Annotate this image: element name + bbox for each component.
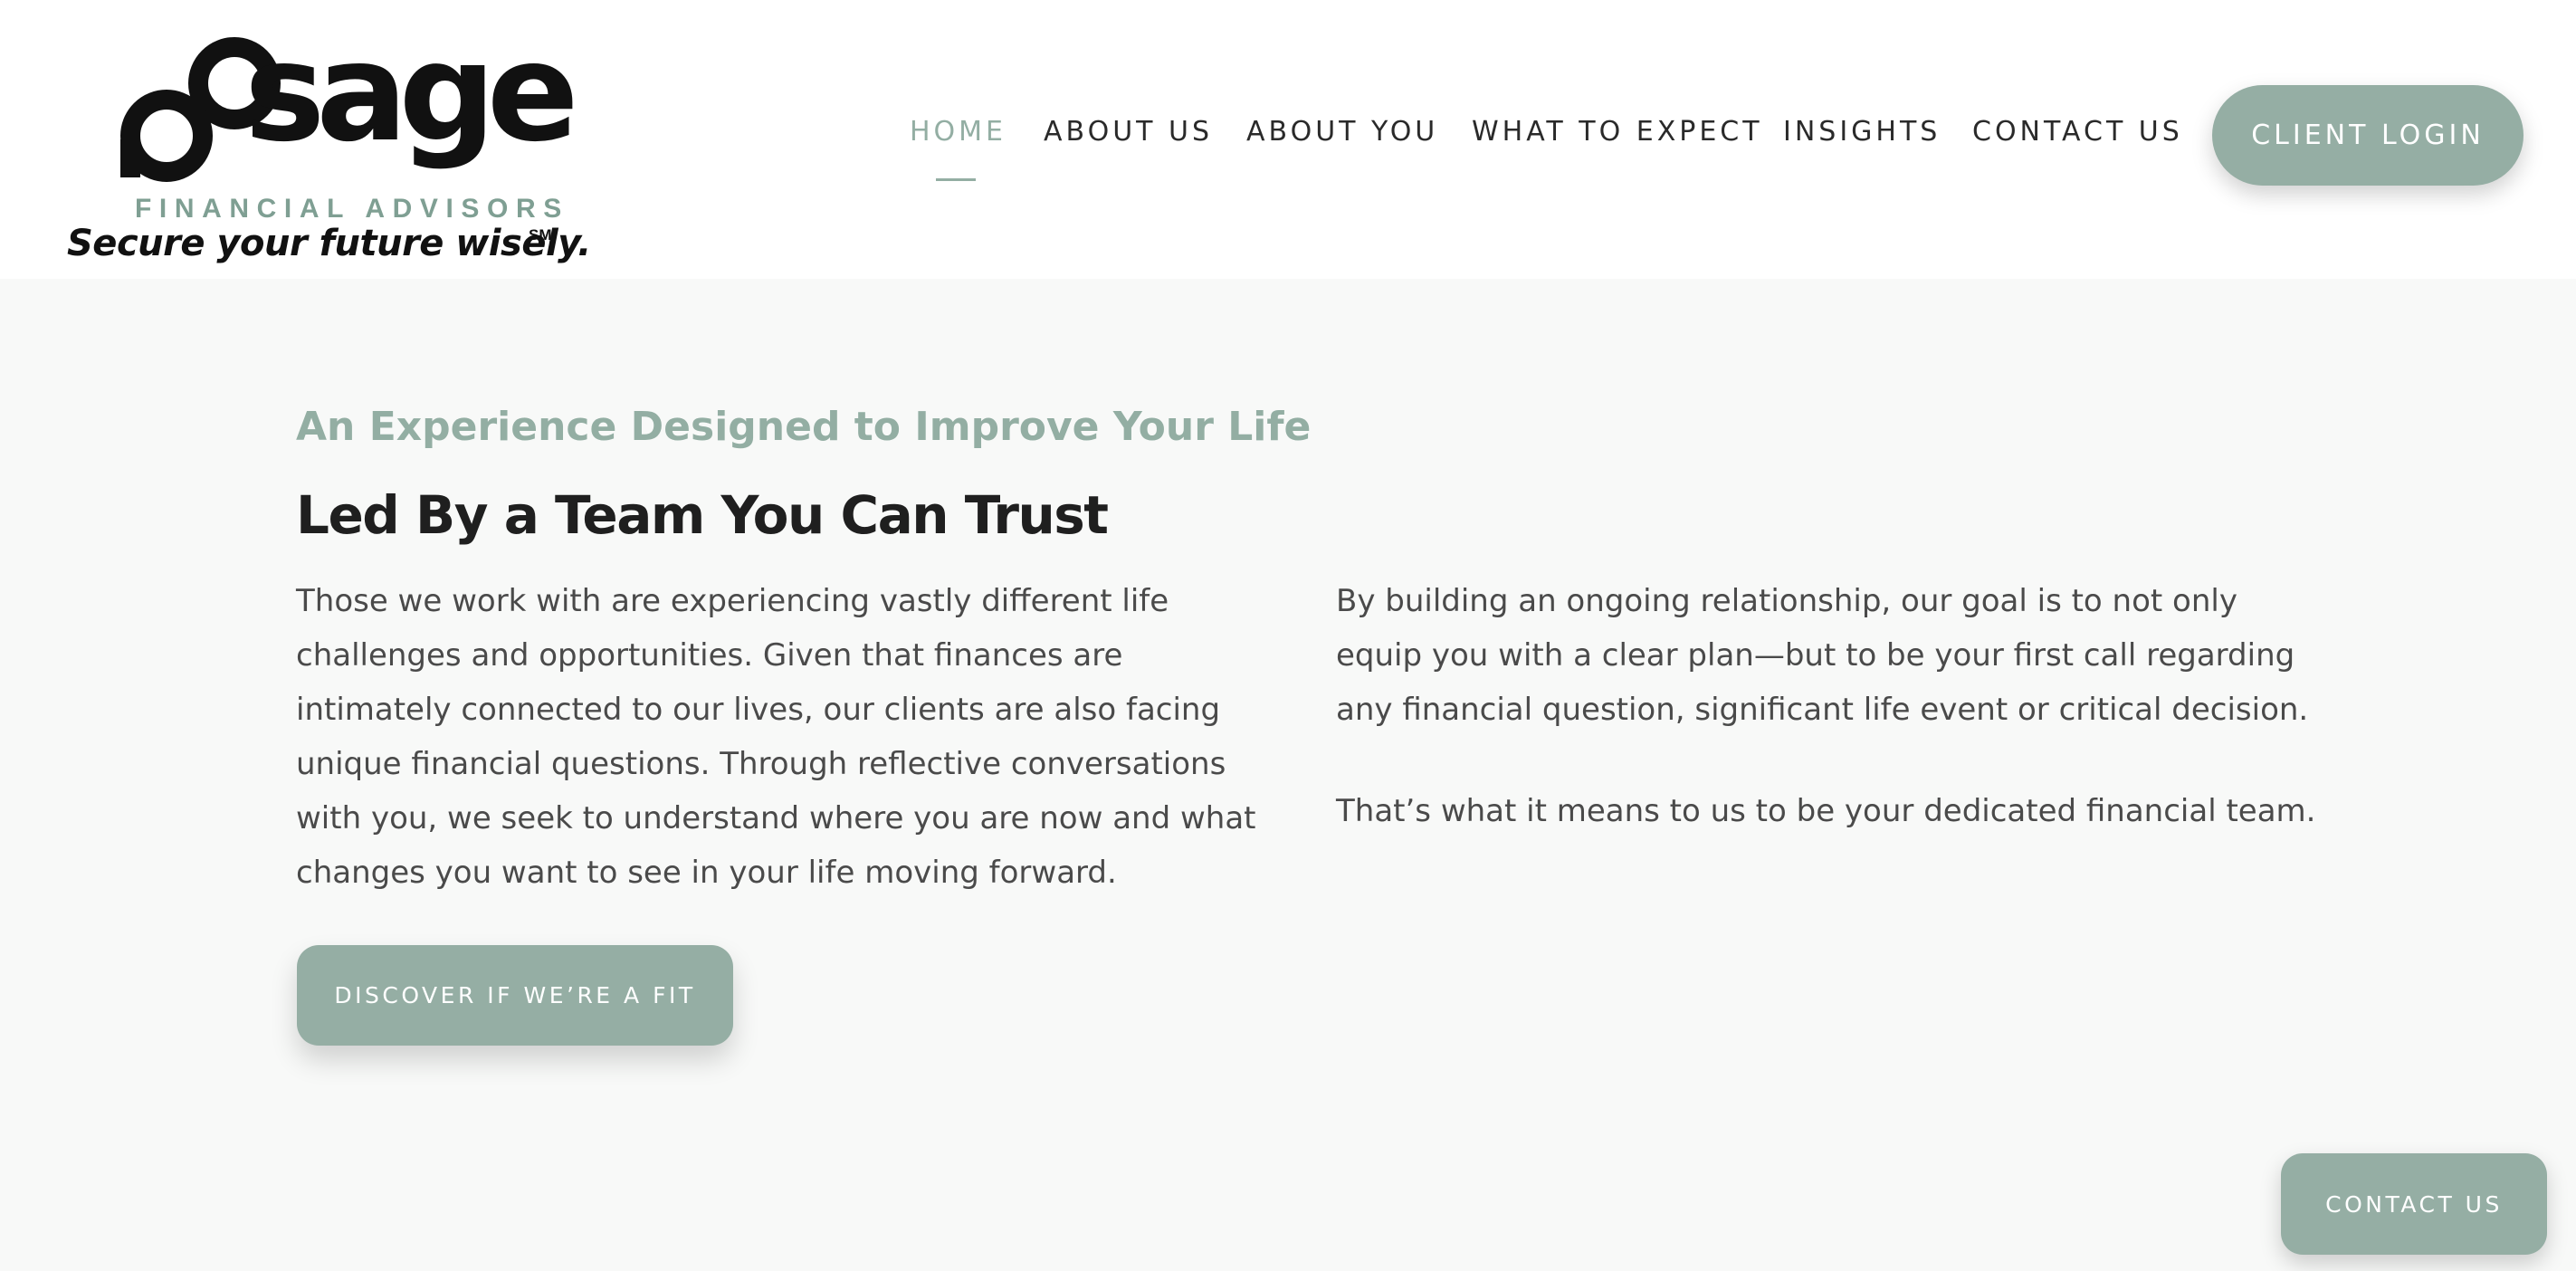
- nav-contact-us[interactable]: CONTACT US: [1972, 116, 2183, 148]
- section-eyebrow: An Experience Designed to Improve Your L…: [296, 404, 1312, 450]
- relationship-paragraph: By building an ongoing relationship, our…: [1336, 583, 2309, 728]
- nav-about-you[interactable]: ABOUT YOU: [1246, 116, 1438, 148]
- page-title: Led By a Team You Can Trust: [296, 484, 1109, 546]
- client-login-button[interactable]: CLIENT LOGIN: [2212, 85, 2524, 186]
- floating-contact-button[interactable]: CONTACT US: [2281, 1153, 2547, 1255]
- active-nav-indicator: [936, 178, 976, 181]
- nav-insights[interactable]: INSIGHTS: [1783, 116, 1941, 148]
- nav-what-to-expect[interactable]: WHAT TO EXPECT: [1472, 116, 1763, 148]
- service-mark: SM: [529, 226, 552, 244]
- team-paragraph: That’s what it means to us to be your de…: [1336, 793, 2316, 829]
- site-header: sage FINANCIAL ADVISORS Secure your futu…: [0, 0, 2576, 279]
- brand-tagline: Secure your future wisely.: [67, 223, 591, 264]
- brand-subtitle: FINANCIAL ADVISORS: [135, 194, 569, 224]
- main-nav: HOME ABOUT US ABOUT YOU WHAT TO EXPECT I…: [0, 116, 2576, 170]
- discover-fit-button[interactable]: DISCOVER IF WE’RE A FIT: [297, 945, 733, 1046]
- nav-home[interactable]: HOME: [910, 116, 1007, 148]
- nav-about-us[interactable]: ABOUT US: [1044, 116, 1213, 148]
- intro-paragraph: Those we work with are experiencing vast…: [296, 583, 1256, 891]
